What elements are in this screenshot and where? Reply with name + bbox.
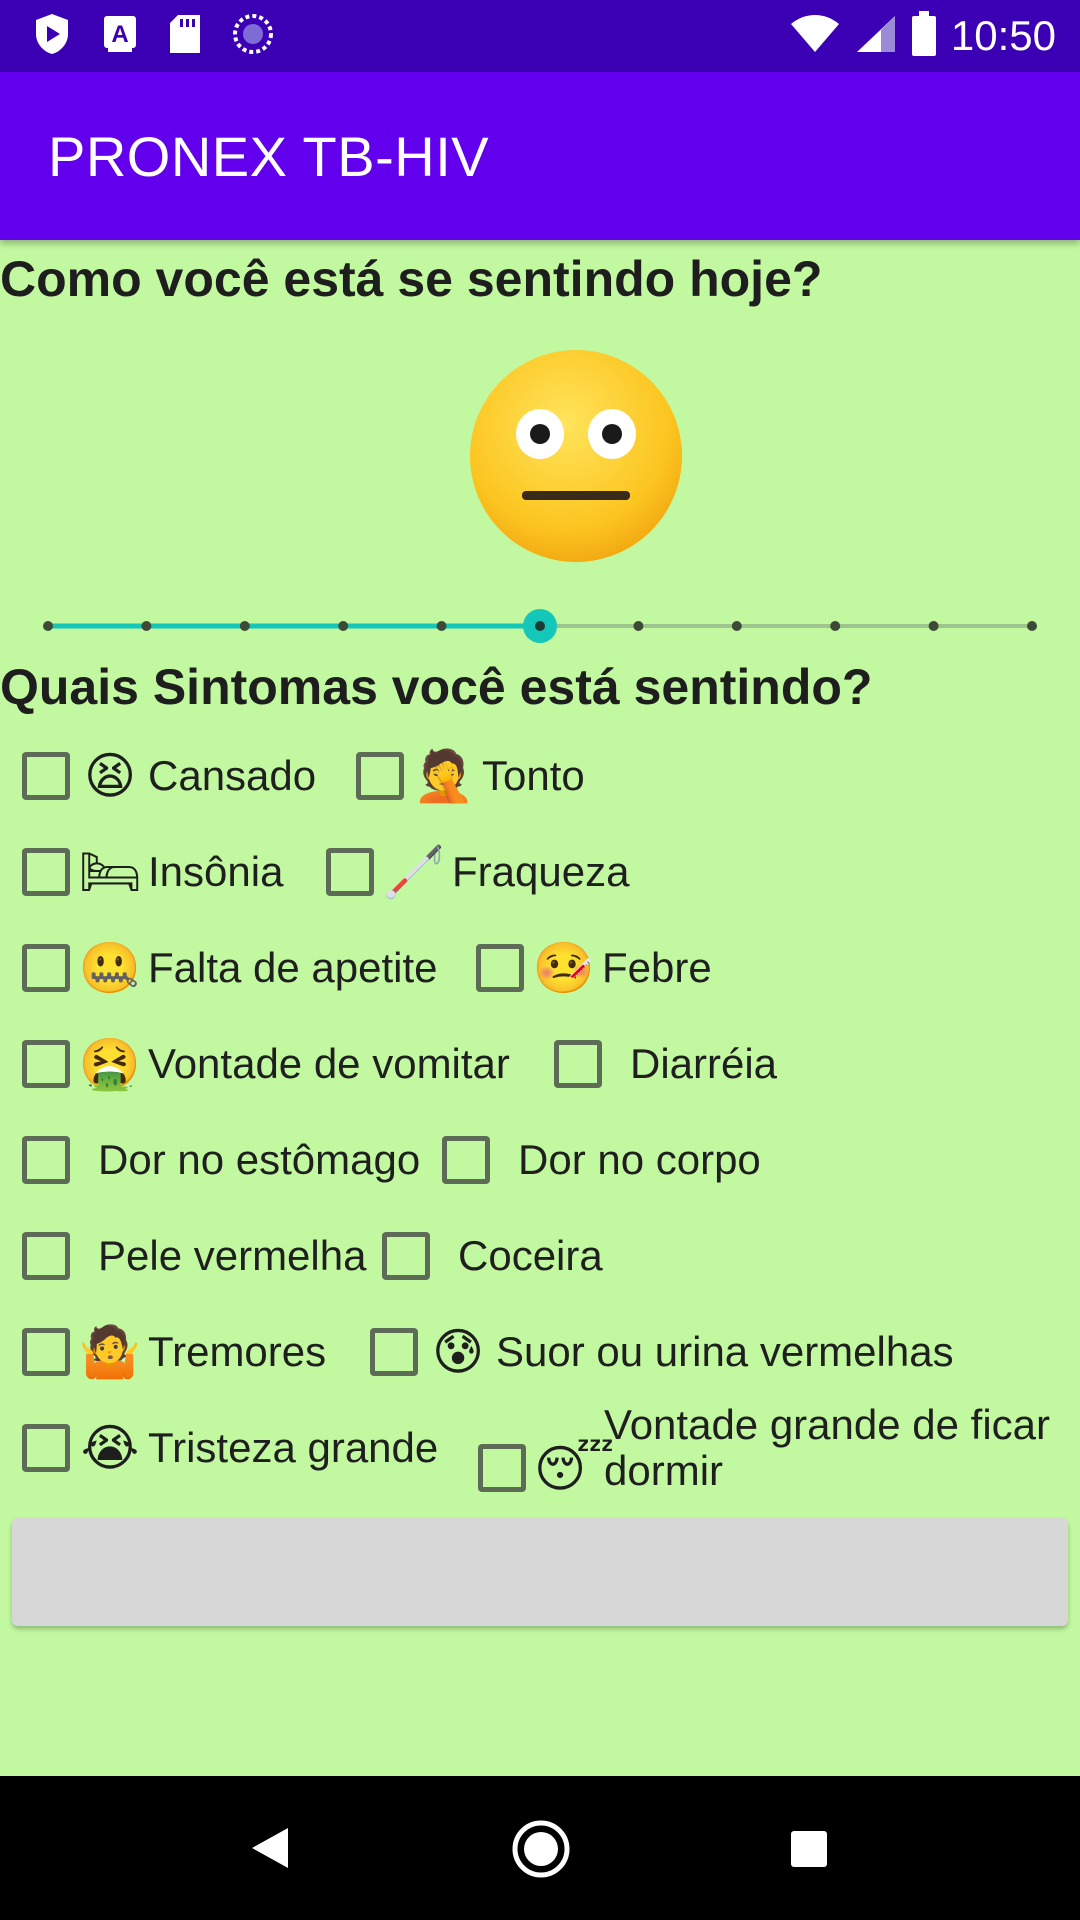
feeling-slider[interactable] bbox=[40, 608, 1040, 644]
checkbox[interactable] bbox=[356, 752, 404, 800]
play-protect-icon bbox=[32, 12, 72, 61]
checkbox[interactable] bbox=[22, 1328, 70, 1376]
symptom-label: Pele vermelha bbox=[98, 1232, 367, 1279]
recents-icon[interactable] bbox=[790, 1830, 828, 1873]
slider-tick bbox=[338, 621, 349, 631]
symptom-label: Diarréia bbox=[630, 1040, 778, 1087]
symptom-label: Vontade de vomitar bbox=[148, 1040, 510, 1087]
dizzy-person-icon: 🤦 bbox=[412, 748, 476, 804]
slider-tick bbox=[928, 621, 939, 631]
neutral-face-icon bbox=[468, 348, 684, 564]
checkbox[interactable] bbox=[476, 944, 524, 992]
battery-icon bbox=[911, 10, 937, 62]
symptom-cansado[interactable]: 😫 Cansado bbox=[22, 736, 316, 816]
symptom-label: Fraqueza bbox=[452, 848, 630, 895]
shivering-person-icon: 🤷 bbox=[78, 1324, 142, 1380]
back-icon[interactable] bbox=[250, 1826, 290, 1875]
symptom-vontade-grande-de-ficar-dormir[interactable]: 😴 Vontade grande de ficar dormir bbox=[478, 1402, 1064, 1496]
checkbox[interactable] bbox=[22, 1232, 70, 1280]
symptom-coceira[interactable]: Coceira bbox=[382, 1216, 603, 1296]
checkbox[interactable] bbox=[442, 1136, 490, 1184]
app-bar: PRONEX TB-HIV bbox=[0, 72, 1080, 240]
checkbox[interactable] bbox=[22, 752, 70, 800]
fever-person-icon: 🤒 bbox=[532, 940, 596, 996]
symptom-label: Tristeza grande bbox=[148, 1424, 439, 1471]
slider-tick bbox=[141, 621, 152, 631]
svg-text:A: A bbox=[111, 21, 128, 48]
symptom-label: Insônia bbox=[148, 848, 284, 895]
app-title: PRONEX TB-HIV bbox=[48, 125, 490, 188]
symptom-label: Tonto bbox=[482, 752, 585, 799]
status-bar: A 10:50 bbox=[0, 0, 1080, 72]
symptom-label: Vontade grande de ficar dormir bbox=[604, 1401, 1051, 1494]
checkbox[interactable] bbox=[370, 1328, 418, 1376]
slider-thumb-center bbox=[535, 621, 545, 631]
crying-face-icon: 😭 bbox=[80, 1420, 140, 1476]
navigation-bar bbox=[0, 1776, 1080, 1920]
symptom-label: Tremores bbox=[148, 1328, 327, 1375]
checkbox[interactable] bbox=[478, 1444, 526, 1492]
symptom-label: Dor no estômago bbox=[98, 1136, 421, 1183]
symptom-suor-ou-urina-vermelhas[interactable]: 😰 Suor ou urina vermelhas bbox=[370, 1312, 954, 1392]
tired-face-icon: 😫 bbox=[83, 748, 137, 804]
checkbox[interactable] bbox=[22, 944, 70, 992]
bed-icon: 🛏 bbox=[78, 844, 142, 900]
checkbox[interactable] bbox=[326, 848, 374, 896]
vomiting-face-icon: 🤮 bbox=[78, 1036, 142, 1092]
slider-tick bbox=[731, 621, 742, 631]
slider-tick bbox=[830, 621, 841, 631]
symptom-label: Coceira bbox=[458, 1232, 603, 1279]
home-icon[interactable] bbox=[512, 1820, 570, 1883]
sync-icon bbox=[232, 13, 274, 60]
symptom-label: Dor no corpo bbox=[518, 1136, 761, 1183]
symptom-label: Febre bbox=[602, 944, 712, 991]
slider-tick bbox=[1027, 621, 1037, 631]
symptom-dor-no-estomago[interactable]: Dor no estômago bbox=[22, 1120, 420, 1200]
slider-tick bbox=[633, 621, 644, 631]
checkbox[interactable] bbox=[22, 848, 70, 896]
a-keyboard-icon: A bbox=[102, 14, 138, 59]
sleeping-face-icon: 😴 bbox=[534, 1441, 615, 1496]
symptom-label: Suor ou urina vermelhas bbox=[496, 1328, 954, 1375]
slider-tick bbox=[239, 621, 250, 631]
slider-tick bbox=[43, 621, 53, 631]
symptom-dor-no-corpo[interactable]: Dor no corpo bbox=[442, 1120, 761, 1200]
clock: 10:50 bbox=[950, 12, 1056, 59]
symptom-fraqueza[interactable]: 🦯 Fraqueza bbox=[326, 832, 629, 912]
checkbox[interactable] bbox=[22, 1136, 70, 1184]
symptom-vontade-de-vomitar[interactable]: 🤮 Vontade de vomitar bbox=[22, 1024, 510, 1104]
zipper-mouth-icon: 🤐 bbox=[78, 940, 142, 996]
symptom-pele-vermelha[interactable]: Pele vermelha bbox=[22, 1216, 366, 1296]
sweating-face-icon: 😰 bbox=[431, 1324, 485, 1380]
symptom-label: Falta de apetite bbox=[148, 944, 438, 991]
slider-tick bbox=[436, 621, 447, 631]
symptom-label: Cansado bbox=[148, 752, 317, 799]
cane-icon: 🦯 bbox=[382, 844, 446, 900]
checkbox[interactable] bbox=[22, 1040, 70, 1088]
checkbox[interactable] bbox=[382, 1232, 430, 1280]
symptoms-question: Quais Sintomas você está sentindo? bbox=[0, 659, 873, 715]
symptom-checklist: 😫 Cansado 🤦 Tonto 🛏 Insônia 🦯 Fraqueza 🤐… bbox=[0, 736, 1080, 1496]
symptom-tonto[interactable]: 🤦 Tonto bbox=[356, 736, 585, 816]
feeling-question: Como você está se sentindo hoje? bbox=[0, 251, 823, 307]
submit-button[interactable] bbox=[12, 1518, 1068, 1626]
symptom-tristeza-grande[interactable]: 😭 Tristeza grande bbox=[22, 1408, 438, 1488]
symptom-tremores[interactable]: 🤷 Tremores bbox=[22, 1312, 326, 1392]
symptom-diarreia[interactable]: Diarréia bbox=[554, 1024, 777, 1104]
checkbox[interactable] bbox=[22, 1424, 70, 1472]
sd-card-icon bbox=[168, 13, 202, 60]
checkbox[interactable] bbox=[554, 1040, 602, 1088]
wifi-icon bbox=[789, 14, 841, 59]
symptom-insonia[interactable]: 🛏 Insônia bbox=[22, 832, 283, 912]
symptom-falta-de-apetite[interactable]: 🤐 Falta de apetite bbox=[22, 928, 438, 1008]
signal-icon bbox=[855, 14, 897, 59]
symptom-febre[interactable]: 🤒 Febre bbox=[476, 928, 712, 1008]
